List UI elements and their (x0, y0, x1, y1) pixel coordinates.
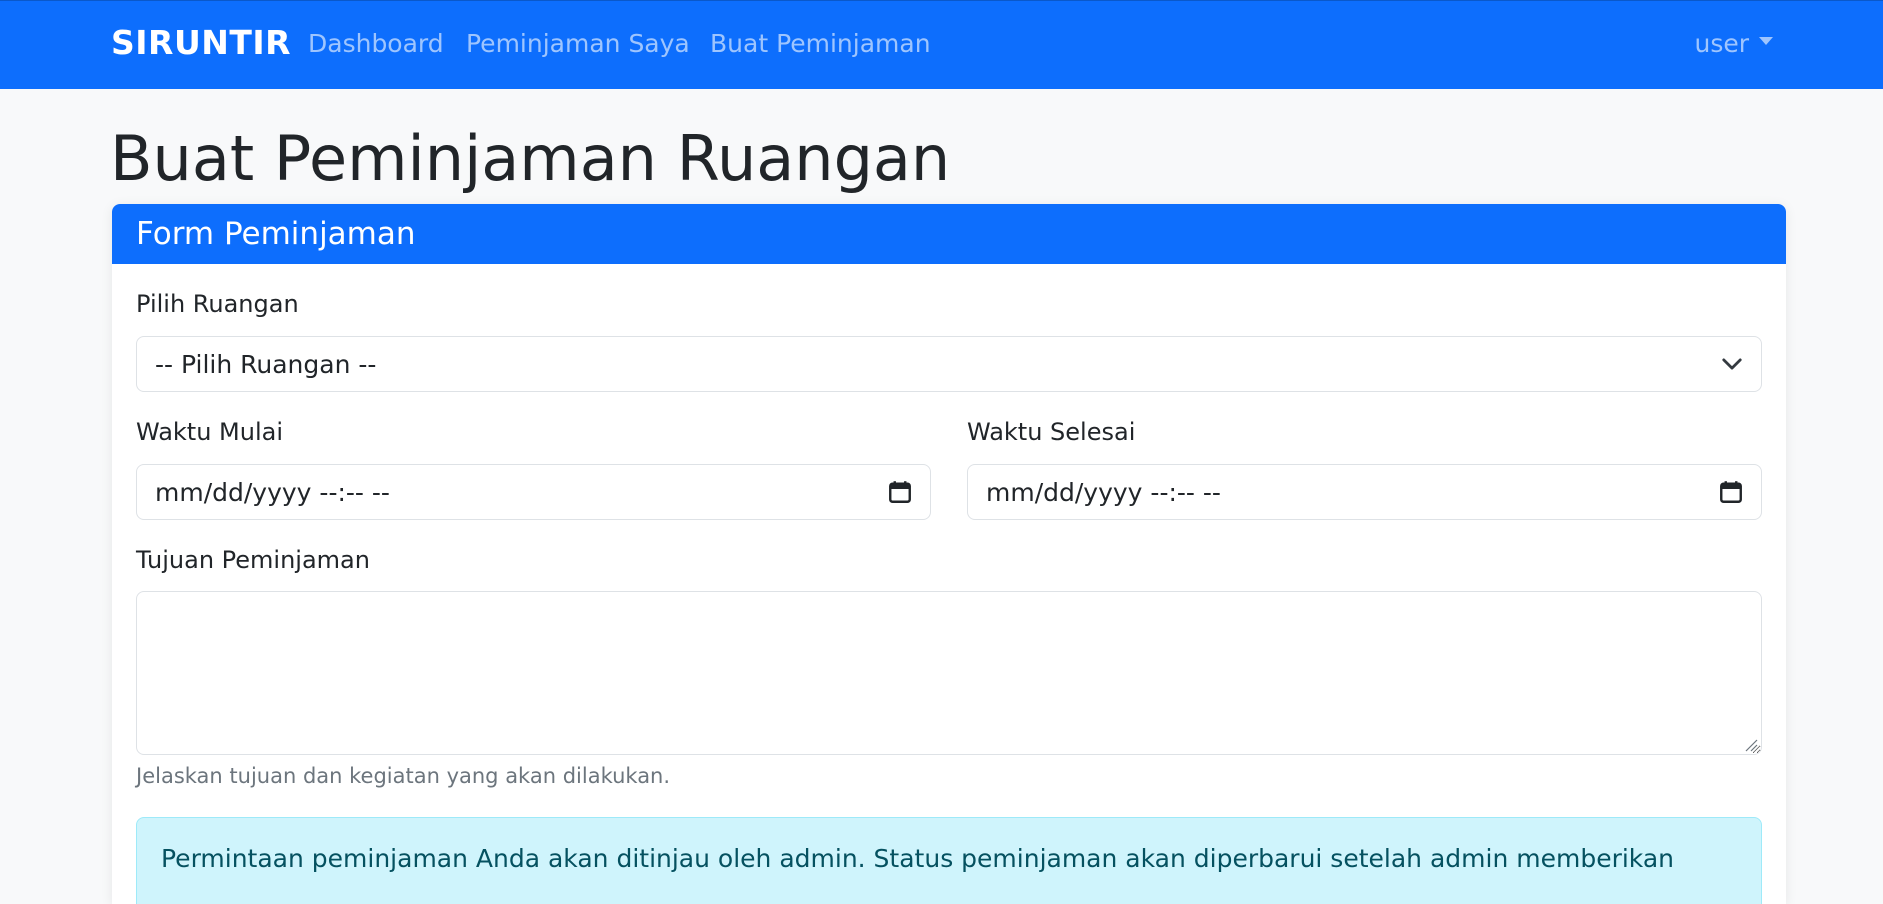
room-select-value: -- Pilih Ruangan -- (155, 349, 377, 379)
user-label: user (1694, 29, 1749, 58)
calendar-icon[interactable] (1719, 480, 1743, 504)
resize-grip-icon[interactable] (1744, 738, 1758, 752)
loan-form-card: Form Peminjaman Pilih Ruangan -- Pilih R… (112, 204, 1786, 904)
user-dropdown[interactable]: user (1694, 29, 1773, 58)
start-time-input[interactable]: mm/dd/yyyy --:-- -- (136, 464, 931, 520)
info-alert-text: Permintaan peminjaman Anda akan ditinjau… (161, 844, 1675, 873)
end-time-label: Waktu Selesai (967, 418, 1136, 446)
room-select[interactable]: -- Pilih Ruangan -- (136, 336, 1762, 392)
card-header: Form Peminjaman (112, 204, 1786, 264)
nav-link-dashboard[interactable]: Dashboard (308, 29, 444, 58)
purpose-help-text: Jelaskan tujuan dan kegiatan yang akan d… (136, 764, 671, 788)
end-time-input[interactable]: mm/dd/yyyy --:-- -- (967, 464, 1762, 520)
end-time-value: mm/dd/yyyy --:-- -- (986, 477, 1221, 507)
nav-link-peminjaman-saya[interactable]: Peminjaman Saya (466, 29, 690, 58)
nav-link-buat-peminjaman[interactable]: Buat Peminjaman (710, 29, 931, 58)
caret-down-icon (1759, 37, 1773, 45)
purpose-label: Tujuan Peminjaman (136, 546, 370, 574)
start-time-label: Waktu Mulai (136, 418, 284, 446)
start-time-value: mm/dd/yyyy --:-- -- (155, 477, 390, 507)
chevron-down-icon (1722, 358, 1742, 370)
top-navbar: SIRUNTIR Dashboard Peminjaman Saya Buat … (0, 0, 1883, 89)
page-title: Buat Peminjaman Ruangan (110, 122, 951, 195)
calendar-icon[interactable] (888, 480, 912, 504)
brand-logo[interactable]: SIRUNTIR (111, 23, 291, 62)
purpose-textarea[interactable] (136, 591, 1762, 755)
room-label: Pilih Ruangan (136, 290, 299, 318)
info-alert: Permintaan peminjaman Anda akan ditinjau… (136, 817, 1762, 904)
